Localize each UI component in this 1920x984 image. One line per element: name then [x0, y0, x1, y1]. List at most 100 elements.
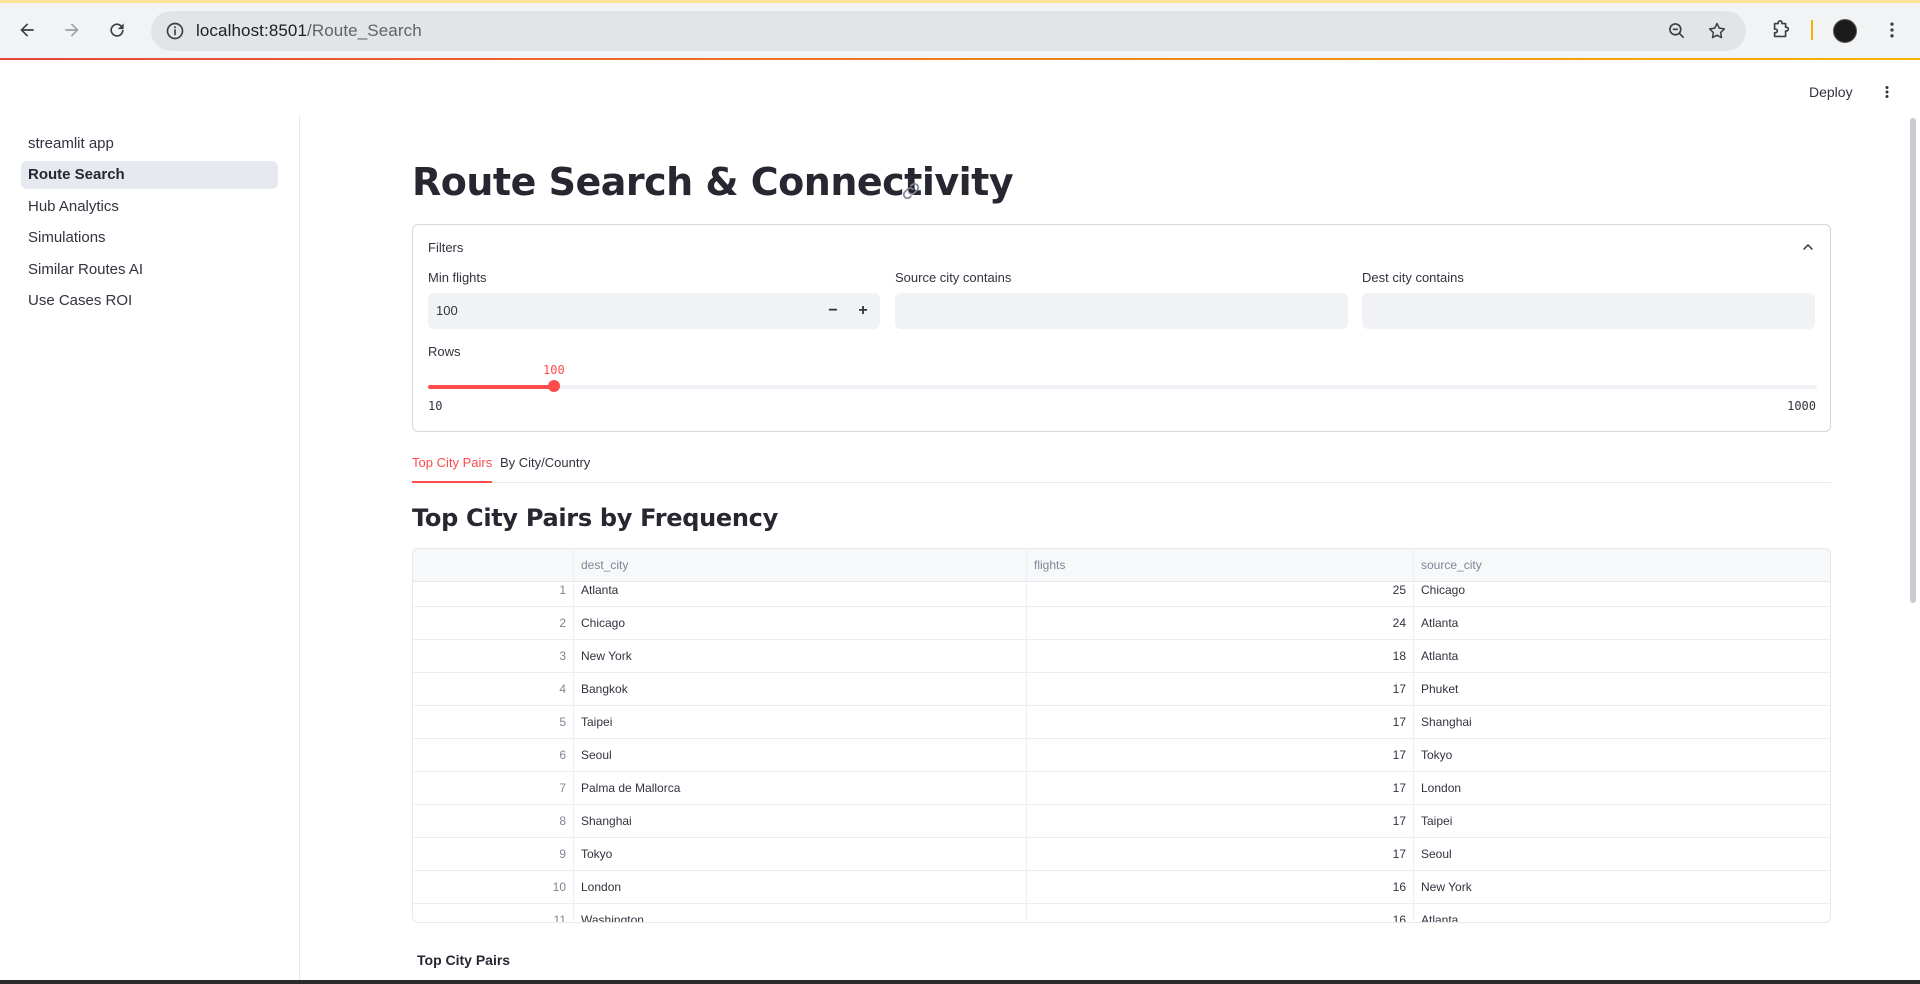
table-row[interactable]: 4 Bangkok 17 Phuket: [413, 673, 1830, 706]
source-city-cell[interactable]: Seoul: [1414, 838, 1830, 871]
source-city-cell[interactable]: Atlanta: [1414, 904, 1830, 922]
flights-cell[interactable]: 16: [1027, 871, 1414, 904]
table-row[interactable]: 8 Shanghai 17 Taipei: [413, 805, 1830, 838]
table-row[interactable]: 9 Tokyo 17 Seoul: [413, 838, 1830, 871]
rows-slider-thumb[interactable]: [548, 380, 560, 392]
source-city-cell[interactable]: Shanghai: [1414, 706, 1830, 739]
source-city-label: Source city contains: [895, 270, 1012, 285]
row-index-cell[interactable]: 10: [413, 871, 574, 904]
reload-button[interactable]: [101, 14, 133, 46]
row-index-cell[interactable]: 3: [413, 640, 574, 673]
source-city-cell[interactable]: Tokyo: [1414, 739, 1830, 772]
chevron-up-icon[interactable]: [1800, 239, 1816, 255]
source-city-cell[interactable]: Atlanta: [1414, 640, 1830, 673]
row-index-cell[interactable]: 1: [413, 583, 574, 607]
table-row[interactable]: 1 Atlanta 25 Chicago: [413, 583, 1830, 607]
flights-cell[interactable]: 17: [1027, 772, 1414, 805]
sidebar-item-route-search[interactable]: Route Search: [21, 161, 278, 189]
tab-by-city-country[interactable]: By City/Country: [500, 455, 590, 483]
row-index-cell[interactable]: 2: [413, 607, 574, 640]
dest-city-cell[interactable]: Chicago: [574, 607, 1027, 640]
back-button[interactable]: [11, 14, 43, 46]
row-index-cell[interactable]: 5: [413, 706, 574, 739]
section-title: Top City Pairs by Frequency: [412, 504, 778, 532]
table-row[interactable]: 2 Chicago 24 Atlanta: [413, 607, 1830, 640]
dest-city-cell[interactable]: Washington: [574, 904, 1027, 922]
table-row[interactable]: 7 Palma de Mallorca 17 London: [413, 772, 1830, 805]
forward-button[interactable]: [56, 14, 88, 46]
table-row[interactable]: 6 Seoul 17 Tokyo: [413, 739, 1830, 772]
dest-city-header[interactable]: dest_city: [574, 549, 1027, 582]
address-bar[interactable]: localhost:8501/Route_Search: [151, 11, 1746, 51]
source-city-input[interactable]: [895, 293, 1348, 329]
flights-cell[interactable]: 25: [1027, 583, 1414, 607]
dest-city-cell[interactable]: Taipei: [574, 706, 1027, 739]
link-icon[interactable]: [900, 180, 922, 202]
info-icon[interactable]: [165, 21, 185, 41]
flights-header[interactable]: flights: [1027, 549, 1414, 582]
flights-cell[interactable]: 17: [1027, 706, 1414, 739]
rows-slider-track[interactable]: [428, 385, 1817, 389]
row-index-cell[interactable]: 9: [413, 838, 574, 871]
source-city-cell[interactable]: Chicago: [1414, 583, 1830, 607]
star-icon[interactable]: [1707, 21, 1727, 41]
source-city-header[interactable]: source_city: [1414, 549, 1830, 582]
increment-button[interactable]: +: [849, 297, 877, 325]
source-city-cell[interactable]: London: [1414, 772, 1830, 805]
sidebar-item-similar-routes-ai[interactable]: Similar Routes AI: [21, 256, 278, 284]
row-index-cell[interactable]: 11: [413, 904, 574, 922]
dest-city-cell[interactable]: Atlanta: [574, 583, 1027, 607]
dest-city-cell[interactable]: London: [574, 871, 1027, 904]
dest-city-cell[interactable]: Palma de Mallorca: [574, 772, 1027, 805]
table-row[interactable]: 5 Taipei 17 Shanghai: [413, 706, 1830, 739]
app-menu-icon[interactable]: [1878, 82, 1896, 102]
dest-city-cell[interactable]: Seoul: [574, 739, 1027, 772]
dest-city-cell[interactable]: Bangkok: [574, 673, 1027, 706]
extensions-button[interactable]: [1765, 14, 1797, 46]
page-scrollbar[interactable]: [1910, 118, 1916, 603]
dest-city-cell[interactable]: New York: [574, 640, 1027, 673]
table-row[interactable]: 3 New York 18 Atlanta: [413, 640, 1830, 673]
browser-menu-button[interactable]: [1876, 14, 1908, 46]
sidebar-item-hub-analytics[interactable]: Hub Analytics: [21, 193, 278, 221]
row-index-cell[interactable]: 6: [413, 739, 574, 772]
dest-city-label: Dest city contains: [1362, 270, 1464, 285]
sidebar-item-simulations[interactable]: Simulations: [21, 224, 278, 252]
page-title: Route Search & Connectivity: [412, 160, 1014, 204]
row-index-cell[interactable]: 7: [413, 772, 574, 805]
decrement-button[interactable]: −: [819, 297, 847, 325]
flights-cell[interactable]: 16: [1027, 904, 1414, 922]
source-city-cell[interactable]: Taipei: [1414, 805, 1830, 838]
index-header[interactable]: [413, 549, 574, 582]
flights-cell[interactable]: 17: [1027, 673, 1414, 706]
dest-city-input[interactable]: [1362, 293, 1815, 329]
dest-city-cell[interactable]: Shanghai: [574, 805, 1027, 838]
sidebar-item-streamlit-app[interactable]: streamlit app: [21, 130, 278, 158]
sidebar-item-use-cases-roi[interactable]: Use Cases ROI: [21, 287, 278, 315]
min-flights-input[interactable]: 100 − +: [428, 293, 880, 329]
flights-cell[interactable]: 17: [1027, 805, 1414, 838]
rows-slider-max: 1000: [1787, 399, 1816, 413]
profile-avatar[interactable]: [1833, 19, 1857, 43]
filters-title[interactable]: Filters: [428, 240, 463, 255]
source-city-cell[interactable]: Atlanta: [1414, 607, 1830, 640]
flights-cell[interactable]: 17: [1027, 838, 1414, 871]
deploy-button[interactable]: Deploy: [1809, 84, 1853, 100]
tab-top-city-pairs[interactable]: Top City Pairs: [412, 455, 493, 483]
table-row[interactable]: 10 London 16 New York: [413, 871, 1830, 904]
min-flights-value[interactable]: 100: [436, 303, 458, 318]
flights-cell[interactable]: 17: [1027, 739, 1414, 772]
table-row[interactable]: 11 Washington 16 Atlanta: [413, 904, 1830, 922]
flights-cell[interactable]: 18: [1027, 640, 1414, 673]
row-index-cell[interactable]: 8: [413, 805, 574, 838]
url-text[interactable]: localhost:8501/Route_Search: [196, 21, 422, 41]
dest-city-cell[interactable]: Tokyo: [574, 838, 1027, 871]
row-index-cell[interactable]: 4: [413, 673, 574, 706]
zoom-out-icon[interactable]: [1667, 21, 1687, 41]
rows-slider-min: 10: [428, 399, 443, 413]
source-city-cell[interactable]: Phuket: [1414, 673, 1830, 706]
flights-cell[interactable]: 24: [1027, 607, 1414, 640]
rows-slider-value: 100: [543, 363, 565, 377]
source-city-cell[interactable]: New York: [1414, 871, 1830, 904]
data-table[interactable]: dest_city flights source_city 1 Atlanta 25…: [412, 548, 1831, 923]
